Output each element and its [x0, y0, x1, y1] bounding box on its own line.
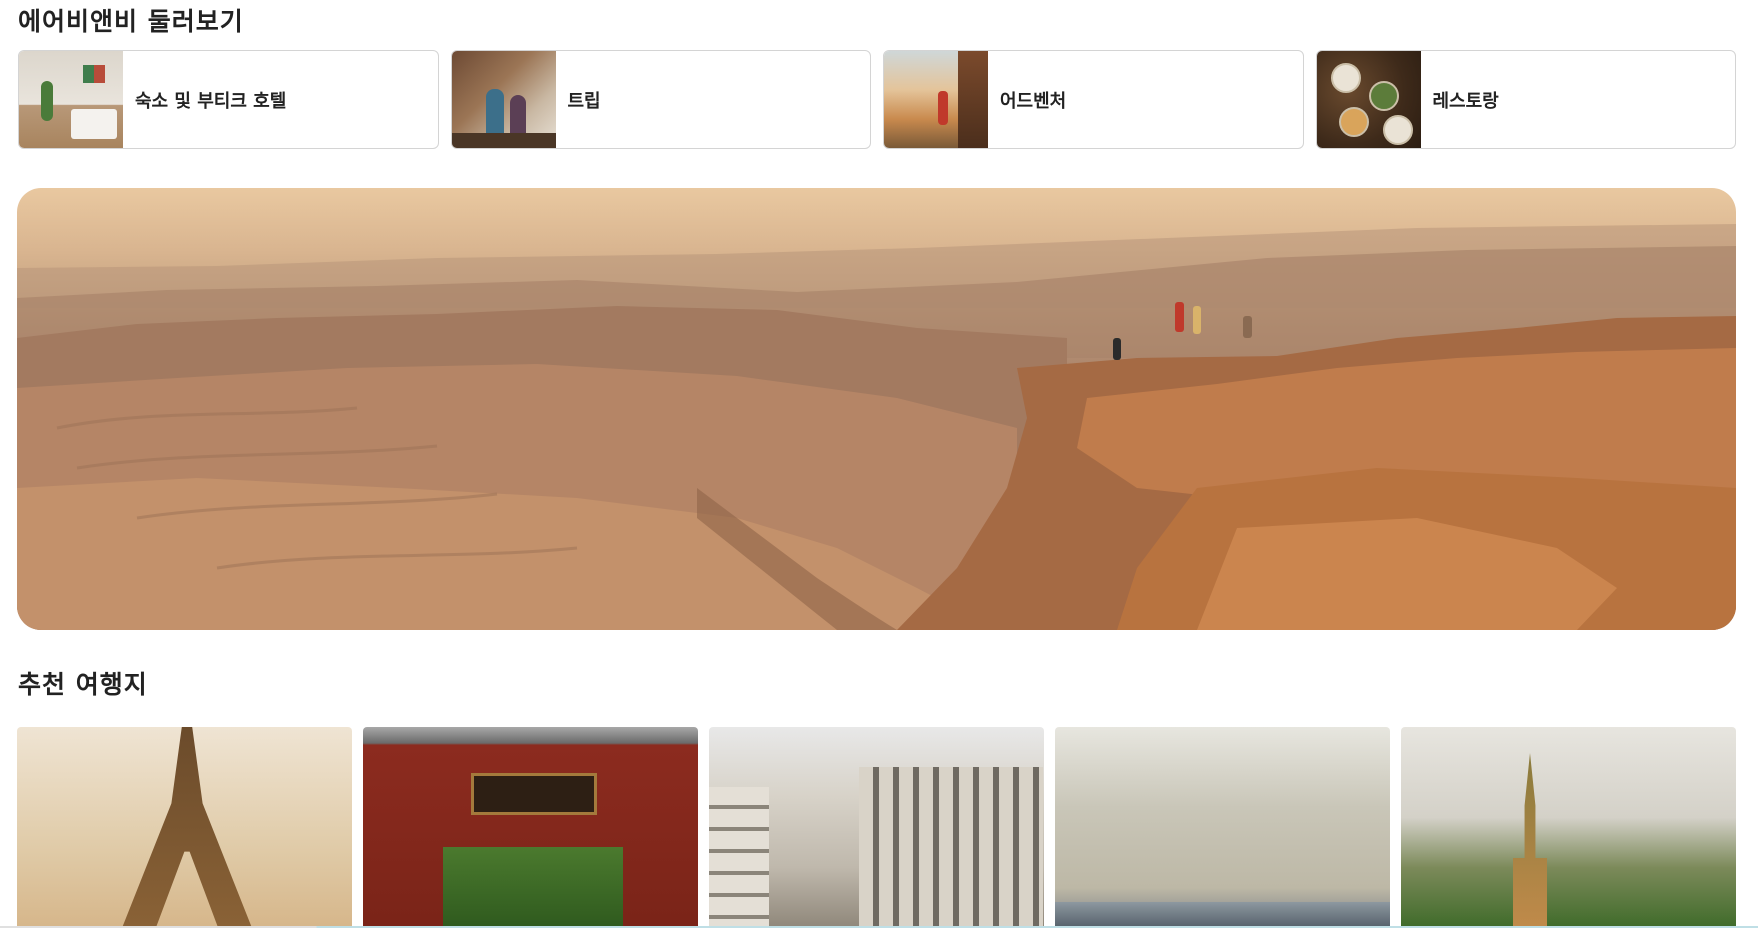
category-label: 레스토랑 [1432, 90, 1499, 112]
category-label: 숙소 및 부티크 호텔 [135, 90, 287, 112]
trip-cooking-image [451, 51, 556, 148]
person-figure [1193, 306, 1201, 334]
person-figure [1175, 302, 1184, 332]
category-card-stays[interactable]: 숙소 및 부티크 호텔 [18, 50, 439, 149]
destination-card-seoul[interactable] [363, 727, 698, 928]
destination-list [17, 727, 1736, 928]
building-image [709, 787, 769, 928]
destinations-section-title: 추천 여행지 [18, 670, 148, 699]
destination-card-paris[interactable] [17, 727, 352, 928]
hotel-room-image [19, 51, 123, 148]
page: 에어비앤비 둘러보기 숙소 및 부티크 호텔 트립 어드벤처 레스토랑 추천 여… [0, 0, 1758, 928]
category-card-trips[interactable]: 트립 [450, 50, 871, 149]
category-label: 어드벤처 [1000, 90, 1067, 112]
explore-section-title: 에어비앤비 둘러보기 [18, 7, 244, 36]
desert-landscape-illustration [17, 224, 1736, 630]
building-image [859, 767, 1043, 928]
destination-card-london[interactable] [709, 727, 1044, 928]
category-card-adventure[interactable]: 어드벤처 [883, 50, 1304, 149]
eiffel-tower-image [122, 727, 252, 928]
category-card-restaurants[interactable]: 레스토랑 [1315, 50, 1736, 149]
restaurant-table-image [1316, 51, 1421, 148]
tower-spire-image [1513, 753, 1547, 928]
category-label: 트립 [567, 90, 601, 112]
destination-card-barcelona[interactable] [1401, 727, 1736, 928]
destination-card-seaside[interactable] [1055, 727, 1390, 928]
gate-garden-image [443, 847, 623, 928]
gate-sign-image [471, 773, 597, 815]
person-figure [1243, 316, 1252, 338]
category-list: 숙소 및 부티크 호텔 트립 어드벤처 레스토랑 [18, 50, 1736, 149]
adventure-hiker-image [884, 51, 988, 148]
sea-image [1055, 902, 1390, 928]
person-figure [1113, 338, 1121, 360]
hero-banner-image[interactable] [17, 188, 1736, 630]
